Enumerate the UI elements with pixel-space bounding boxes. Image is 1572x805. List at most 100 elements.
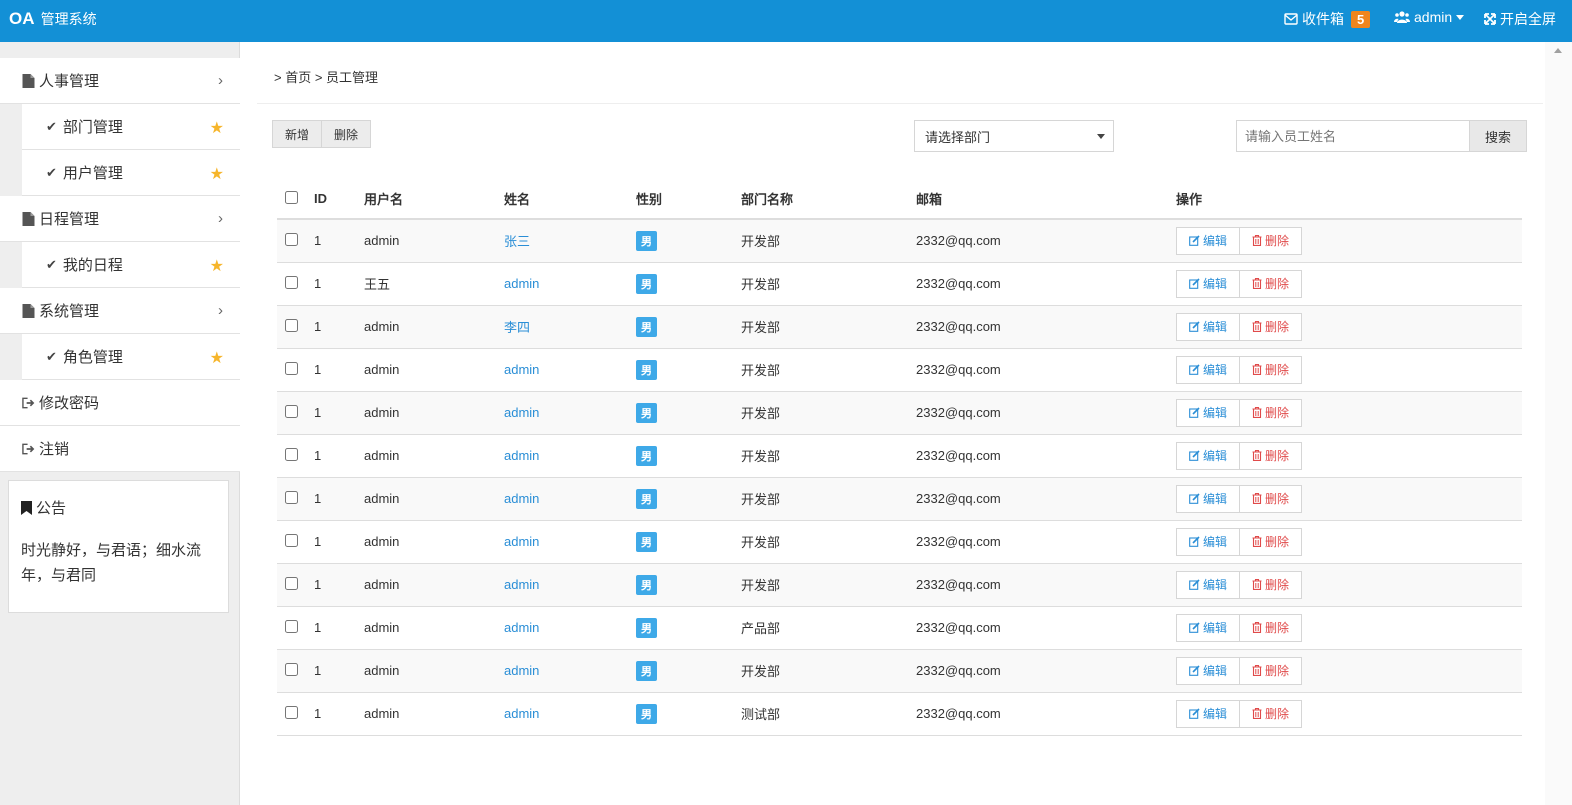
cell-id: 1 [314,534,322,549]
row-checkbox[interactable] [285,576,298,590]
delete-label: 删除 [1265,492,1290,506]
gender-badge: 男 [636,445,657,466]
department-select[interactable]: 请选择部门 [914,120,1114,152]
name-link[interactable]: admin [504,577,539,592]
edit-button[interactable]: 编辑 [1176,613,1241,642]
row-checkbox[interactable] [285,662,298,676]
edit-label: 编辑 [1203,234,1228,249]
name-link[interactable]: admin [504,405,539,420]
menu-group-hr[interactable]: 人事管理 › [0,58,240,104]
fullscreen-button[interactable]: 开启全屏 [1484,9,1556,29]
row-checkbox[interactable] [285,533,298,547]
add-button[interactable]: 新增 [272,120,323,148]
delete-button[interactable]: 删除 [1240,398,1303,427]
edit-button[interactable]: 编辑 [1176,355,1241,384]
row-checkbox[interactable] [285,275,298,289]
notice-title-text: 公告 [36,500,67,517]
bulk-delete-button[interactable]: 删除 [322,120,372,148]
delete-button[interactable]: 删除 [1240,312,1303,341]
edit-button[interactable]: 编辑 [1176,441,1241,470]
delete-button[interactable]: 删除 [1240,613,1303,642]
name-link[interactable]: admin [504,491,539,506]
row-checkbox[interactable] [285,490,298,504]
name-link[interactable]: admin [504,706,539,721]
main-content: > 首页 > 员工管理 新增 删除 请选择部门 搜索 ID 用户名 姓名 性别 … [257,42,1543,805]
row-select-cell [277,391,314,434]
department-select-value: 请选择部门 [925,129,991,145]
delete-label: 删除 [1265,449,1290,463]
cell-actions: 编辑 删除 [1176,477,1522,520]
search-button[interactable]: 搜索 [1469,120,1527,152]
delete-button[interactable]: 删除 [1240,269,1303,298]
row-checkbox[interactable] [285,447,298,461]
star-icon: ★ [209,350,224,367]
inbox-link[interactable]: 收件箱 5 [1284,9,1371,29]
cell-username: admin [364,577,400,592]
edit-button[interactable]: 编辑 [1176,398,1241,427]
menu-group-schedule[interactable]: 日程管理 › [0,196,240,242]
name-link[interactable]: 李四 [504,320,530,335]
name-link[interactable]: admin [504,663,539,678]
edit-button[interactable]: 编辑 [1176,656,1241,685]
trash-icon [1252,407,1262,418]
name-link[interactable]: admin [504,534,539,549]
delete-button[interactable]: 删除 [1240,441,1303,470]
sidebar-item-my-schedule[interactable]: ✔ 我的日程 ★ [22,242,240,288]
gender-badge: 男 [636,316,657,337]
edit-button[interactable]: 编辑 [1176,699,1241,728]
search-input[interactable] [1236,120,1470,152]
row-checkbox[interactable] [285,232,298,246]
name-link[interactable]: admin [504,362,539,377]
trash-icon [1252,665,1262,676]
gender-badge: 男 [636,660,657,681]
sidebar-item-department[interactable]: ✔ 部门管理 ★ [22,104,240,150]
delete-button[interactable]: 删除 [1240,570,1303,599]
row-checkbox[interactable] [285,619,298,633]
cell-username: admin [364,405,400,420]
name-link[interactable]: admin [504,276,539,291]
delete-button[interactable]: 删除 [1240,527,1303,556]
edit-icon [1189,278,1200,289]
menu-group-system[interactable]: 系统管理 › [0,288,240,334]
cell-id: 1 [314,663,322,678]
cell-name: admin [504,434,636,477]
name-link[interactable]: admin [504,620,539,635]
delete-label: 删除 [1265,578,1290,592]
edit-icon [1189,321,1200,332]
delete-button[interactable]: 删除 [1240,484,1303,513]
table-header-row: ID 用户名 姓名 性别 部门名称 邮箱 操作 [277,179,1522,219]
row-checkbox[interactable] [285,318,298,332]
sidebar-item-change-password[interactable]: 修改密码 [0,380,240,426]
sidebar-item-logout[interactable]: 注销 [0,426,240,472]
edit-button[interactable]: 编辑 [1176,312,1241,341]
table-row: 1 admin admin 男 开发部 2332@qq.com 编辑 删除 [277,348,1522,391]
edit-button[interactable]: 编辑 [1176,570,1241,599]
row-checkbox[interactable] [285,404,298,418]
divider [257,103,1543,104]
sidebar-item-role[interactable]: ✔ 角色管理 ★ [22,334,240,380]
row-checkbox[interactable] [285,361,298,375]
sidebar-item-user[interactable]: ✔ 用户管理 ★ [22,150,240,196]
scrollbar[interactable] [1545,42,1572,805]
edit-button[interactable]: 编辑 [1176,226,1241,255]
cell-id: 1 [314,577,322,592]
row-checkbox[interactable] [285,705,298,719]
name-link[interactable]: admin [504,448,539,463]
user-menu[interactable]: admin [1394,9,1465,25]
breadcrumb[interactable]: > 首页 > 员工管理 [274,67,378,86]
delete-button[interactable]: 删除 [1240,656,1303,685]
cell-name: admin [504,606,636,649]
edit-button[interactable]: 编辑 [1176,484,1241,513]
delete-button[interactable]: 删除 [1240,355,1303,384]
sidebar: 人事管理 › ✔ 部门管理 ★ ✔ 用户管理 ★ 日程管理 › ✔ 我的日程 ★… [0,42,240,805]
edit-button[interactable]: 编辑 [1176,527,1241,556]
delete-button[interactable]: 删除 [1240,699,1303,728]
delete-button[interactable]: 删除 [1240,226,1303,255]
edit-button[interactable]: 编辑 [1176,269,1241,298]
name-link[interactable]: 张三 [504,234,530,249]
cell-actions: 编辑 删除 [1176,520,1522,563]
scroll-up-arrow-icon[interactable] [1554,48,1562,53]
brand[interactable]: OA 管理系统 [9,9,97,29]
row-select-cell [277,606,314,649]
select-all-checkbox[interactable] [285,190,298,204]
